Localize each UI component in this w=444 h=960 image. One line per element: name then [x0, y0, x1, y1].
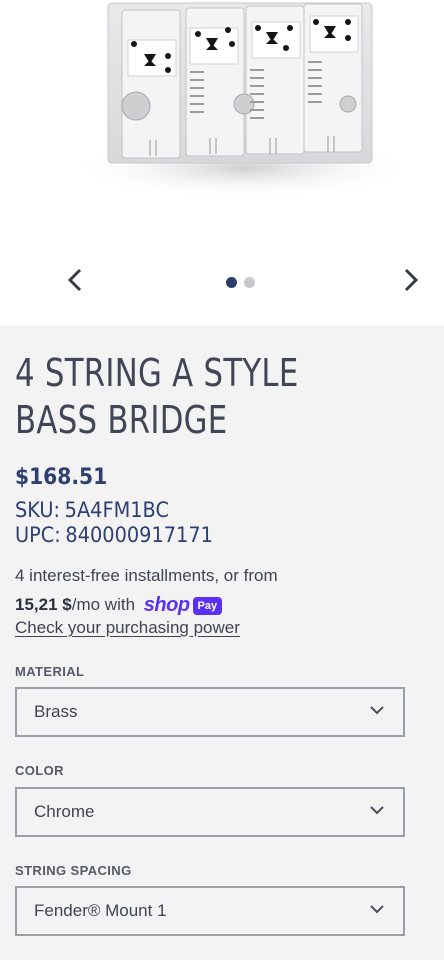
installment-per-month: /mo with [71, 595, 136, 614]
string-spacing-selected-value: Fender® Mount 1 [34, 901, 167, 920]
upc-label: UPC: [15, 523, 61, 547]
chevron-down-icon [370, 806, 384, 815]
gallery-prev-button[interactable] [60, 265, 90, 295]
string-spacing-select[interactable]: Fender® Mount 1 [15, 886, 405, 936]
color-label: COLOR [15, 763, 64, 778]
gallery-dot-1[interactable] [226, 277, 237, 288]
chevron-down-icon [370, 905, 384, 914]
product-price: $168.51 [15, 465, 108, 490]
color-selected-value: Chrome [34, 802, 95, 821]
gallery-next-button[interactable] [396, 265, 426, 295]
chevron-down-icon [370, 706, 384, 715]
product-title: 4 STRING A STYLE BASS BRIDGE [15, 351, 299, 442]
bass-bridge-illustration [69, 2, 419, 198]
product-gallery [0, 0, 444, 325]
product-upc: UPC: 840000917171 [15, 523, 213, 547]
sku-label: SKU: [15, 498, 61, 522]
shop-pay-badge: Pay [192, 596, 223, 615]
chevron-left-icon [67, 268, 82, 292]
installments-line: 4 interest-free installments, or from [15, 566, 278, 585]
installments-amount-line: 15,21 $/mo with shop Pay [15, 590, 435, 620]
product-image[interactable] [58, 0, 444, 258]
upc-value: 840000917171 [65, 523, 213, 547]
color-select[interactable]: Chrome [15, 787, 405, 837]
installment-amount: 15,21 $ [15, 595, 72, 614]
chevron-right-icon [404, 268, 419, 292]
gallery-pagination [226, 277, 255, 288]
material-label: MATERIAL [15, 664, 85, 679]
installments-info: 4 interest-free installments, or from 15… [15, 561, 435, 620]
gallery-dot-2[interactable] [244, 277, 255, 288]
shop-pay-logo: shop Pay [143, 591, 223, 620]
material-selected-value: Brass [34, 702, 78, 721]
material-select[interactable]: Brass [15, 687, 405, 737]
check-purchasing-power-link[interactable]: Check your purchasing power [15, 618, 240, 638]
product-sku: SKU: 5A4FM1BC [15, 498, 169, 522]
sku-value: 5A4FM1BC [64, 498, 169, 522]
string-spacing-label: STRING SPACING [15, 863, 132, 878]
shop-pay-wordmark: shop [143, 594, 190, 617]
